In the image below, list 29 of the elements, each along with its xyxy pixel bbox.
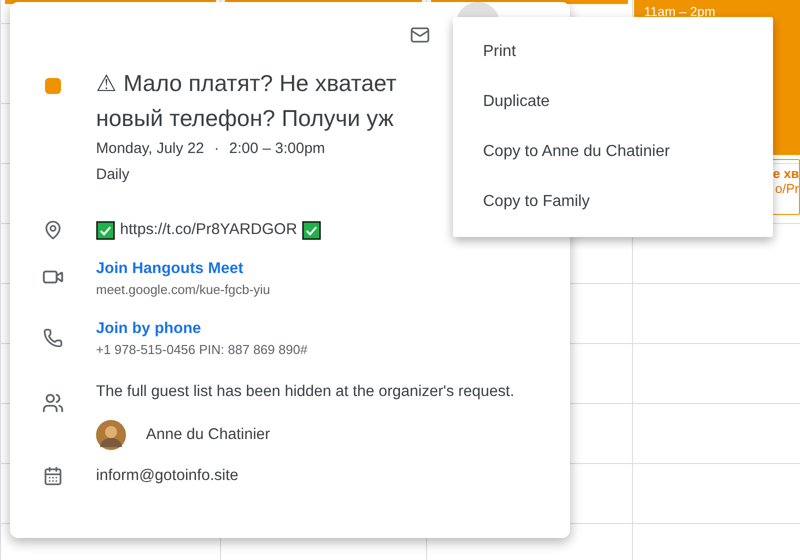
event-time: 11am – 2pm [644, 4, 716, 19]
menu-item[interactable]: Print [453, 27, 773, 77]
location-icon [43, 220, 63, 240]
separator-dot: · [214, 139, 220, 159]
event-title: новый телефон? Получи уж [96, 104, 394, 133]
menu-item[interactable]: Copy to Anne du Chatinier [453, 127, 773, 177]
guest-name: Anne du Chatinier [146, 425, 270, 445]
phone-icon [43, 328, 63, 348]
check-icon [96, 220, 115, 240]
event-time: 2:00 – 3:00pm [229, 139, 326, 159]
meeting-url: meet.google.com/kue-fgcb-yiu [96, 281, 270, 299]
avatar [96, 420, 126, 450]
event-detail: o/Pr [775, 181, 799, 196]
email-button[interactable] [410, 25, 430, 45]
event-location: https://t.co/Pr8YARDGOR [120, 220, 298, 240]
event-title: е хв [772, 166, 799, 181]
check-icon [302, 220, 322, 240]
join-meeting-link[interactable]: Join Hangouts Meet [96, 258, 244, 280]
menu-item[interactable]: Duplicate [453, 77, 773, 127]
event-title: ⚠ Мало платят? Не хватает [96, 69, 396, 98]
calendar-name: inform@gotoinfo.site [96, 466, 240, 486]
guest-list-note: The full guest list has been hidden at the organizer's request. [96, 382, 514, 402]
calendar-icon [43, 466, 63, 486]
phone-details: +1 978-515-0456 PIN: 887 869 890# [96, 341, 308, 359]
event-date: Monday, July 22 [96, 139, 204, 159]
guests-icon [42, 392, 64, 414]
menu-item[interactable]: Copy to Family [453, 177, 773, 227]
join-by-phone-link[interactable]: Join by phone [96, 318, 202, 340]
event-recurrence: Daily [96, 165, 130, 185]
